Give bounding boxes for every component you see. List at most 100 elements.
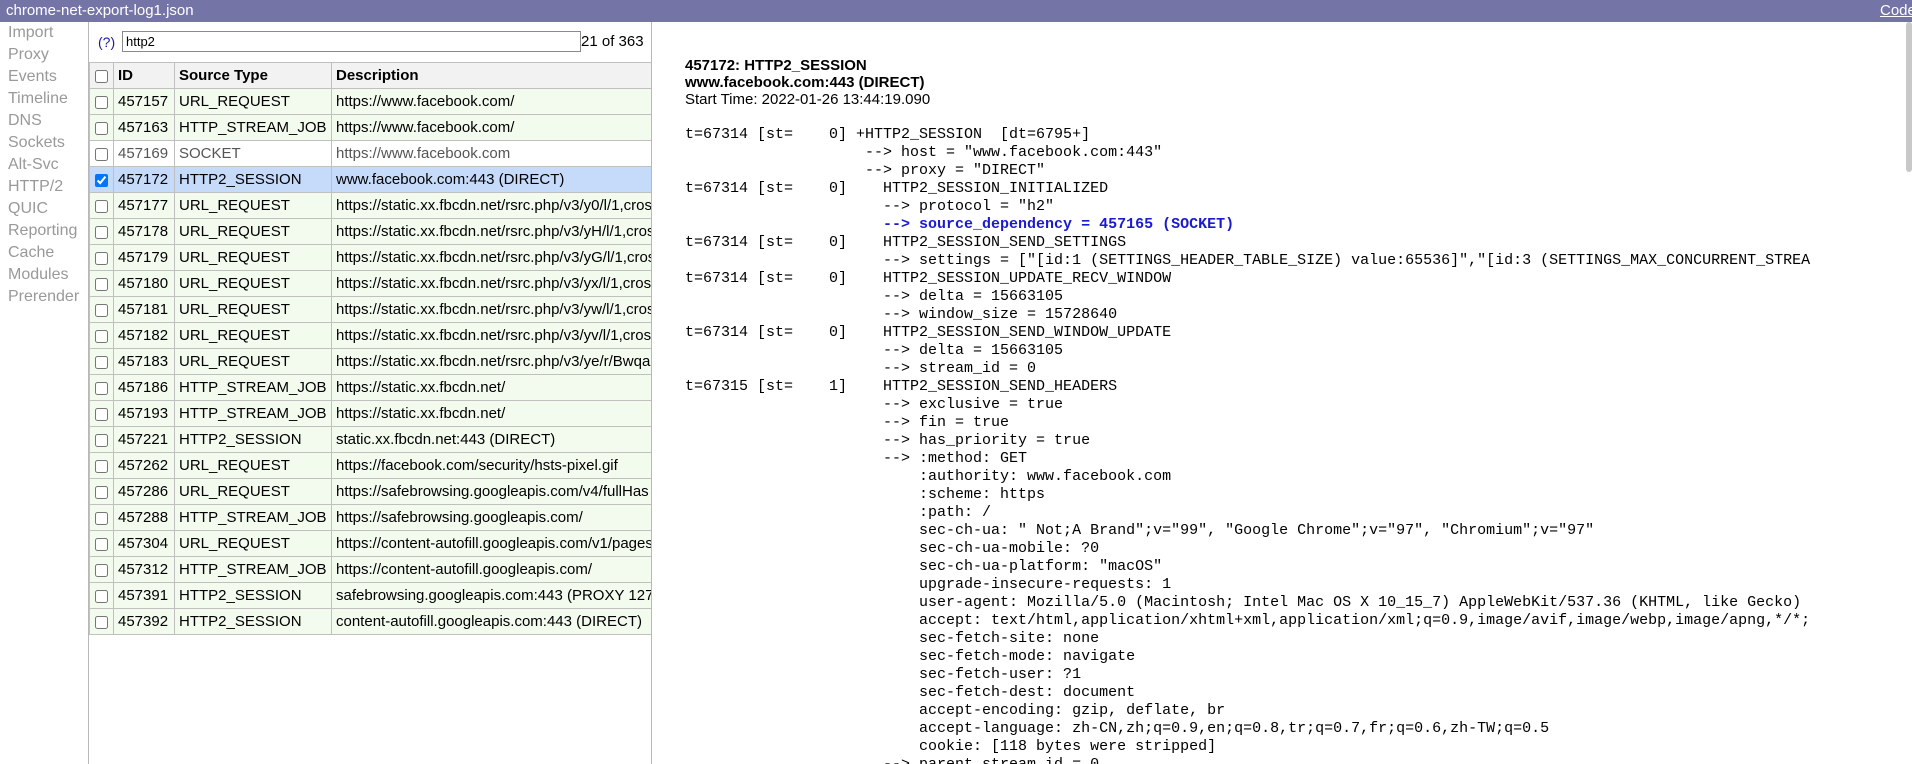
log-line: --> parent_stream_id = 0 [685,756,1099,764]
row-checkbox[interactable] [95,121,108,135]
table-row[interactable]: 457304 URL_REQUEST https://content-autofil… [89,530,651,557]
row-description: https://static.xx.fbcdn.net/rsrc.php/v3/… [331,244,651,271]
row-id: 457172 [113,166,175,193]
row-checkbox[interactable] [95,251,108,265]
row-checkbox[interactable] [95,381,108,395]
result-count: 21 of 363 [581,33,644,50]
row-checkbox[interactable] [95,225,108,239]
log-line: t=67315 [st= 1] HTTP2_SESSION_SEND_HEADE… [685,378,1118,395]
column-header-id[interactable]: ID [113,62,175,89]
row-description: static.xx.fbcdn.net:443 (DIRECT) [331,426,651,453]
table-row[interactable]: 457221 HTTP2_SESSION static.xx.fbcdn.net:4… [89,426,651,453]
row-description: content-autofill.googleapis.com:443 (DIR… [331,608,651,635]
sidebar-item-sockets[interactable]: Sockets [8,134,65,152]
row-checkbox[interactable] [95,173,108,187]
sidebar-item-import[interactable]: Import [8,24,53,42]
table-row[interactable]: 457179 URL_REQUEST https://static.xx.fbcdn… [89,244,651,271]
row-checkbox[interactable] [95,95,108,109]
table-row[interactable]: 457392 HTTP2_SESSION content-autofill.goog… [89,608,651,635]
row-id: 457312 [113,556,175,583]
row-source-type: HTTP_STREAM_JOB [174,114,332,141]
sidebar-item-timeline[interactable]: Timeline [8,90,68,108]
row-checkbox-cell [89,426,114,453]
row-description: www.facebook.com:443 (DIRECT) [331,166,651,193]
sidebar-item-cache[interactable]: Cache [8,244,54,262]
row-checkbox[interactable] [95,433,108,447]
row-checkbox-cell [89,114,114,141]
sidebar-item-quic[interactable]: QUIC [8,200,48,218]
row-checkbox-cell [89,530,114,557]
row-checkbox-cell [89,348,114,375]
row-checkbox[interactable] [95,147,108,161]
sidebar-item-events[interactable]: Events [8,68,57,86]
row-checkbox-cell [89,582,114,609]
row-checkbox-cell [89,244,114,271]
table-row[interactable]: 457262 URL_REQUEST https://facebook.com/se… [89,452,651,479]
sidebar-item-dns[interactable]: DNS [8,112,42,130]
row-checkbox-cell [89,218,114,245]
row-description: https://www.facebook.com/ [331,114,651,141]
row-checkbox[interactable] [95,589,108,603]
sidebar-item-prerender[interactable]: Prerender [8,288,79,306]
row-description: https://static.xx.fbcdn.net/rsrc.php/v3/… [331,270,651,297]
sidebar-item-modules[interactable]: Modules [8,266,68,284]
filter-help-link[interactable]: (?) [98,34,115,50]
row-checkbox[interactable] [95,277,108,291]
row-checkbox[interactable] [95,615,108,629]
table-row[interactable]: 457180 URL_REQUEST https://static.xx.fbcdn… [89,270,651,297]
row-description: https://static.xx.fbcdn.net/ [331,374,651,401]
table-row[interactable]: 457193 HTTP_STREAM_JOB https://static.xx.f… [89,400,651,427]
log-line: t=67314 [st= 0] +HTTP2_SESSION [dt=6795+… [685,126,1091,143]
column-header-description[interactable]: Description [331,62,651,89]
table-row[interactable]: 457177 URL_REQUEST https://static.xx.fbcdn… [89,192,651,219]
row-id: 457392 [113,608,175,635]
sidebar-item-http-2[interactable]: HTTP/2 [8,178,63,196]
row-id: 457157 [113,88,175,115]
row-checkbox[interactable] [95,537,108,551]
sidebar-item-proxy[interactable]: Proxy [8,46,49,64]
table-row[interactable]: 457312 HTTP_STREAM_JOB https://content-aut… [89,556,651,583]
row-description: https://static.xx.fbcdn.net/ [331,400,651,427]
row-description: https://www.facebook.com [331,140,651,167]
sidebar-item-reporting[interactable]: Reporting [8,222,77,240]
table-row[interactable]: 457181 URL_REQUEST https://static.xx.fbcdn… [89,296,651,323]
table-row[interactable]: 457157 URL_REQUEST https://www.facebook.co… [89,88,651,115]
table-row[interactable]: 457186 HTTP_STREAM_JOB https://static.xx.f… [89,374,651,401]
sidebar-item-alt-svc[interactable]: Alt-Svc [8,156,59,174]
row-checkbox[interactable] [95,199,108,213]
sidebar-nav: Import Proxy Events Timeline DNS Sockets Alt-S… [0,22,88,764]
row-checkbox[interactable] [95,407,108,421]
table-row[interactable]: 457391 HTTP2_SESSION safebrowsing.googleap… [89,582,651,609]
table-row[interactable]: 457169 SOCKET https://www.facebook.com [89,140,651,167]
table-row[interactable]: 457163 HTTP_STREAM_JOB https://www.faceboo… [89,114,651,141]
row-checkbox[interactable] [95,303,108,317]
row-id: 457177 [113,192,175,219]
row-checkbox[interactable] [95,485,108,499]
log-line: t=67314 [st= 0] HTTP2_SESSION_SEND_SETTI… [685,234,1127,251]
filter-input[interactable] [122,31,581,52]
table-row[interactable]: 457183 URL_REQUEST https://static.xx.fbcdn… [89,348,651,375]
row-checkbox[interactable] [95,511,108,525]
row-id: 457169 [113,140,175,167]
table-row[interactable]: 457172 HTTP2_SESSION www.facebook.com:443 … [89,166,651,193]
column-header-source-type[interactable]: Source Type [174,62,332,89]
table-row[interactable]: 457288 HTTP_STREAM_JOB https://safebrowsin… [89,504,651,531]
select-all-cell [89,62,114,89]
row-checkbox[interactable] [95,329,108,343]
log-line: --> host = "www.facebook.com:443" [685,144,1163,161]
row-source-type: SOCKET [174,140,332,167]
code-link[interactable]: Code [1880,2,1912,19]
table-row[interactable]: 457178 URL_REQUEST https://static.xx.fbcdn… [89,218,651,245]
row-checkbox[interactable] [95,563,108,577]
select-all-checkbox[interactable] [95,69,108,83]
log-line: --> stream_id = 0 [685,360,1037,377]
table-row[interactable]: 457286 URL_REQUEST https://safebrowsing.go… [89,478,651,505]
row-checkbox[interactable] [95,355,108,369]
row-description: https://static.xx.fbcdn.net/rsrc.php/v3/… [331,322,651,349]
log-line: :authority: www.facebook.com [685,468,1172,485]
row-source-type: HTTP_STREAM_JOB [174,374,332,401]
table-row[interactable]: 457182 URL_REQUEST https://static.xx.fbcdn… [89,322,651,349]
row-checkbox[interactable] [95,459,108,473]
details-scrollbar[interactable] [1906,22,1912,172]
row-checkbox-cell [89,166,114,193]
